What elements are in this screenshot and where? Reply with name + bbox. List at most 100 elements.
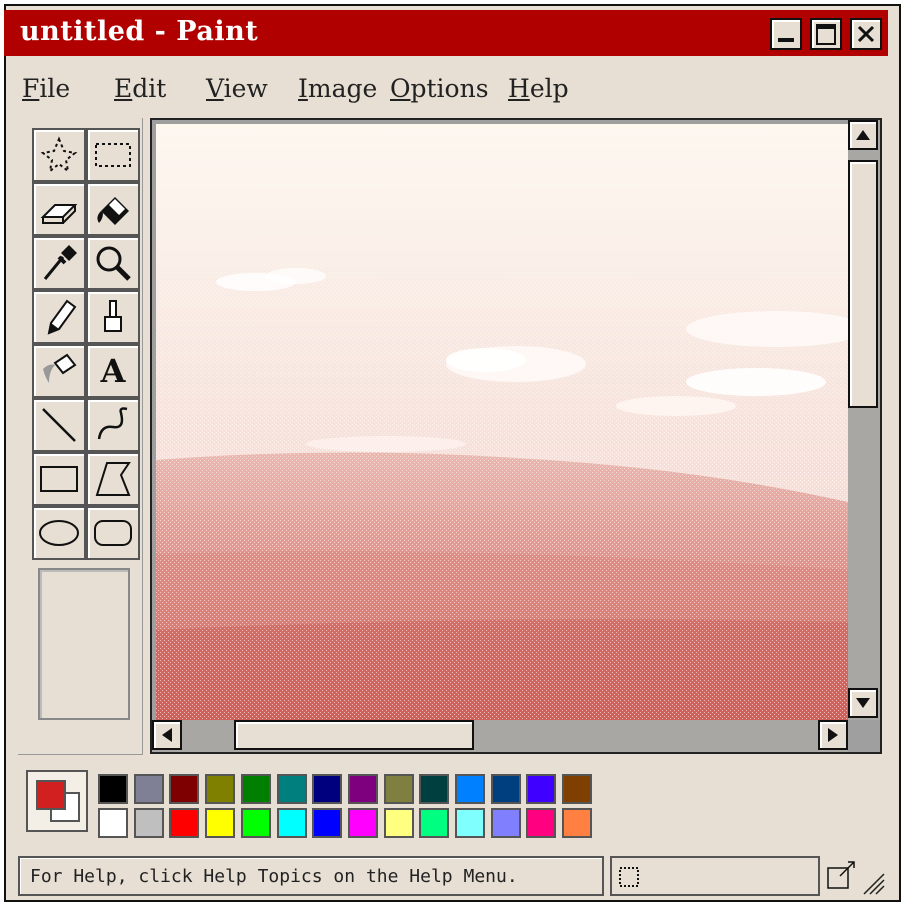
- palette-swatch[interactable]: [490, 808, 521, 838]
- palette-swatch[interactable]: [276, 774, 307, 804]
- close-button[interactable]: [850, 18, 882, 50]
- tool-color-picker[interactable]: [32, 236, 86, 290]
- scroll-down-button[interactable]: [848, 688, 878, 718]
- scroll-up-button[interactable]: [848, 120, 878, 150]
- horizontal-scrollbar[interactable]: [152, 720, 848, 752]
- brush-icon: [104, 300, 122, 332]
- palette-swatch[interactable]: [347, 774, 378, 804]
- palette-swatch[interactable]: [526, 774, 557, 804]
- tool-free-form-select[interactable]: [32, 128, 86, 182]
- tool-ellipse[interactable]: [32, 506, 86, 560]
- palette-swatch[interactable]: [526, 808, 557, 838]
- status-message-box: For Help, click Help Topics on the Help …: [18, 856, 604, 896]
- palette-swatch[interactable]: [169, 808, 200, 838]
- menu-options[interactable]: Options: [390, 74, 489, 103]
- tool-rectangle[interactable]: [32, 452, 86, 506]
- arrow-down-icon: [856, 698, 870, 708]
- palette-swatch[interactable]: [205, 808, 236, 838]
- rect-select-icon: [95, 143, 131, 167]
- status-selection-box: [610, 856, 820, 896]
- tool-options-box[interactable]: [38, 568, 130, 720]
- tool-pencil[interactable]: [32, 290, 86, 344]
- tool-airbrush[interactable]: [32, 344, 86, 398]
- toolbox: A: [18, 118, 143, 755]
- fill-bucket-icon: [97, 197, 129, 225]
- palette-swatch[interactable]: [276, 808, 307, 838]
- palette-swatch[interactable]: [98, 774, 128, 804]
- palette-swatch[interactable]: [205, 774, 236, 804]
- palette-swatch[interactable]: [383, 774, 414, 804]
- horizontal-scroll-thumb[interactable]: [234, 720, 474, 750]
- window-title: untitled - Paint: [20, 16, 259, 47]
- ellipse-icon: [39, 520, 79, 546]
- menu-bar: File Edit View Image Options Help: [0, 62, 893, 116]
- canvas-image: [156, 124, 848, 720]
- foreground-color-swatch[interactable]: [36, 780, 66, 810]
- status-message: For Help, click Help Topics on the Help …: [30, 866, 518, 887]
- tool-polygon[interactable]: [86, 452, 140, 506]
- menu-image[interactable]: Image: [298, 74, 377, 103]
- minimize-icon: [778, 38, 794, 42]
- vertical-scroll-thumb[interactable]: [848, 160, 878, 408]
- palette-swatch[interactable]: [347, 808, 378, 838]
- pencil-icon: [47, 299, 77, 335]
- arrow-up-icon: [856, 130, 870, 140]
- tool-rounded-rect[interactable]: [86, 506, 140, 560]
- selection-size-icon: [619, 867, 639, 887]
- line-icon: [42, 408, 76, 442]
- menu-edit[interactable]: Edit: [114, 74, 166, 103]
- palette-swatch[interactable]: [133, 808, 164, 838]
- palette-swatch[interactable]: [240, 774, 271, 804]
- palette-swatch[interactable]: [419, 808, 450, 838]
- magnifier-icon: [96, 246, 131, 281]
- tool-line[interactable]: [32, 398, 86, 452]
- menu-file[interactable]: File: [22, 74, 70, 103]
- free-form-select-icon: [40, 136, 78, 174]
- palette-swatch[interactable]: [312, 808, 343, 838]
- curve-icon: [97, 407, 128, 440]
- airbrush-icon: [43, 353, 77, 383]
- palette-swatch[interactable]: [169, 774, 200, 804]
- status-bar: For Help, click Help Topics on the Help …: [18, 856, 886, 900]
- maximize-icon: [816, 23, 836, 45]
- maximize-button[interactable]: [810, 18, 842, 50]
- vertical-scrollbar[interactable]: [848, 120, 880, 720]
- menu-view[interactable]: View: [206, 74, 268, 103]
- tool-magnifier[interactable]: [86, 236, 140, 290]
- tool-select[interactable]: [86, 128, 140, 182]
- tool-eraser[interactable]: [32, 182, 86, 236]
- menu-help[interactable]: Help: [508, 74, 569, 103]
- scroll-left-button[interactable]: [152, 720, 182, 750]
- palette-swatch[interactable]: [562, 808, 593, 838]
- palette-swatch[interactable]: [490, 774, 521, 804]
- minimize-button[interactable]: [770, 18, 802, 50]
- scroll-right-button[interactable]: [818, 720, 848, 750]
- color-palette: [18, 760, 884, 850]
- arrow-right-icon: [828, 728, 838, 742]
- palette-swatch[interactable]: [133, 774, 164, 804]
- arrow-left-icon: [162, 728, 172, 742]
- drawing-canvas[interactable]: [156, 124, 848, 720]
- text-tool-icon: A: [100, 352, 126, 390]
- canvas-frame: [150, 118, 882, 754]
- palette-swatch[interactable]: [383, 808, 414, 838]
- palette-swatch[interactable]: [312, 774, 343, 804]
- palette-swatch[interactable]: [240, 808, 271, 838]
- close-icon: [857, 25, 875, 43]
- size-grip-icon[interactable]: [860, 864, 886, 896]
- polygon-icon: [95, 462, 131, 496]
- title-bar[interactable]: untitled - Paint: [4, 10, 888, 56]
- resize-indicator-icon: [827, 861, 855, 889]
- current-colors[interactable]: [26, 770, 88, 832]
- tool-curve[interactable]: [86, 398, 140, 452]
- palette-swatch[interactable]: [455, 808, 485, 838]
- tool-fill[interactable]: [86, 182, 140, 236]
- palette-swatch[interactable]: [455, 774, 485, 804]
- palette-swatch[interactable]: [98, 808, 128, 838]
- rounded-rect-icon: [94, 520, 132, 546]
- tool-text[interactable]: A: [86, 344, 140, 398]
- color-picker-icon: [43, 245, 77, 280]
- palette-swatch[interactable]: [562, 774, 593, 804]
- palette-swatch[interactable]: [419, 774, 450, 804]
- tool-brush[interactable]: [86, 290, 140, 344]
